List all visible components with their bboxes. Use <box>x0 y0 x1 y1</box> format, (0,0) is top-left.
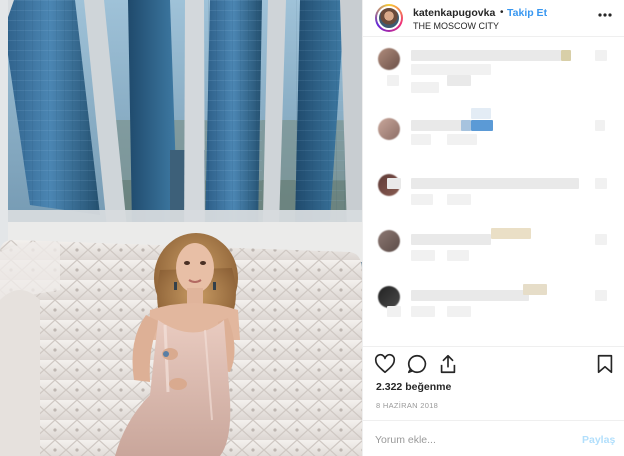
comment-input[interactable] <box>375 432 565 448</box>
avatar <box>378 286 400 308</box>
post-photo[interactable] <box>0 0 362 456</box>
username-link[interactable]: katenkapugovka <box>413 7 495 19</box>
list-item <box>363 42 624 93</box>
post-date[interactable]: 8 HAZİRAN 2018 <box>376 401 438 410</box>
post-header: katenkapugovka • Takip Et THE MOSCOW CIT… <box>363 0 624 37</box>
avatar[interactable] <box>375 4 403 32</box>
list-item <box>363 220 624 270</box>
bookmark-icon[interactable] <box>594 353 616 375</box>
avatar <box>378 230 400 252</box>
add-comment-bar: Paylaş <box>363 420 624 456</box>
photo-image <box>0 0 362 456</box>
more-options-icon[interactable] <box>596 9 614 21</box>
post-comment-button[interactable]: Paylaş <box>582 434 615 446</box>
list-item <box>363 104 624 154</box>
share-icon[interactable] <box>437 353 459 375</box>
avatar <box>378 48 400 70</box>
avatar <box>378 118 400 140</box>
comment-icon[interactable] <box>406 353 428 375</box>
separator-dot: • <box>500 7 504 18</box>
action-bar <box>363 350 624 376</box>
divider <box>363 346 624 347</box>
follow-button[interactable]: Takip Et <box>507 7 547 19</box>
list-item <box>363 164 624 214</box>
like-count[interactable]: 2.322 beğenme <box>376 381 451 393</box>
location-link[interactable]: THE MOSCOW CITY <box>413 21 499 31</box>
post-side-panel: katenkapugovka • Takip Et THE MOSCOW CIT… <box>362 0 624 456</box>
comments-list <box>363 38 624 346</box>
heart-icon[interactable] <box>374 353 396 375</box>
list-item <box>363 276 624 326</box>
